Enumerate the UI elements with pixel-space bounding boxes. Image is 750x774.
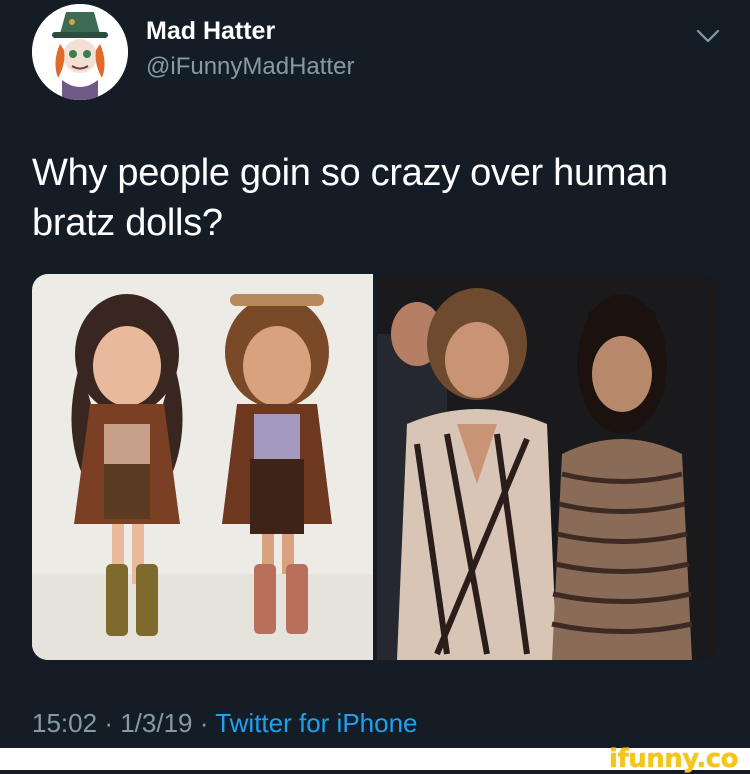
watermark-bar: ifunny.co [0,744,750,774]
tweet-source-link[interactable]: Twitter for iPhone [215,708,417,738]
tweet-text: Why people goin so crazy over human brat… [32,152,668,244]
user-handle[interactable]: @iFunnyMadHatter [146,50,354,84]
meta-separator: · [104,708,113,738]
display-name[interactable]: Mad Hatter [146,16,354,46]
avatar[interactable] [32,4,128,100]
chevron-down-icon[interactable] [694,22,722,50]
tweet-date[interactable]: 1/3/19 [120,708,192,738]
photo-bratz-dolls[interactable] [32,274,373,660]
tweet-media[interactable] [32,274,718,660]
photo-two-women[interactable] [377,274,718,660]
meta-separator: · [199,708,209,738]
tweet-meta: 15:02 · 1/3/19 · Twitter for iPhone [32,706,418,740]
mad-hatter-avatar-image [32,4,128,100]
tweet-header: Mad Hatter @iFunnyMadHatter [32,4,722,100]
tweet-time: 15:02 [32,708,98,738]
